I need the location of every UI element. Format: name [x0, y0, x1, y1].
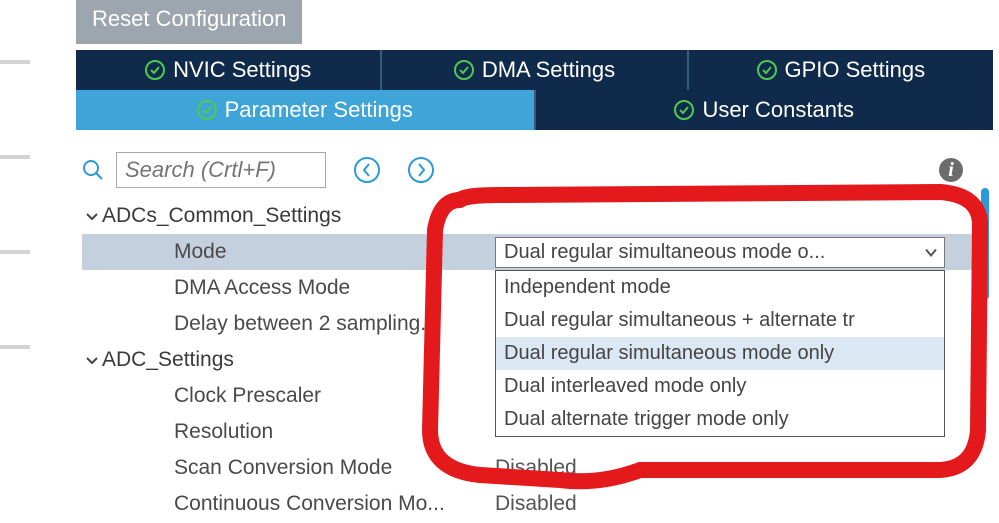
row-scan-conversion-mode[interactable]: Scan Conversion Mode Disabled — [82, 450, 975, 486]
search-next-button[interactable] — [408, 157, 434, 183]
tab-nvic-settings[interactable]: NVIC Settings — [76, 50, 382, 90]
row-mode[interactable]: Mode Dual regular simultaneous mode o...… — [82, 234, 975, 270]
param-label: Delay between 2 sampling... — [174, 312, 438, 336]
param-value-cell: Dual regular simultaneous mode o... Inde… — [495, 237, 975, 268]
parameter-tree: ADCs_Common_Settings Mode Dual regular s… — [82, 198, 975, 522]
param-value: Disabled — [495, 492, 975, 516]
tab-label: Parameter Settings — [225, 97, 413, 123]
tab-label: User Constants — [702, 97, 854, 123]
tab-label: GPIO Settings — [785, 57, 926, 83]
chevron-down-icon[interactable] — [82, 353, 102, 367]
info-icon[interactable]: i — [939, 158, 963, 182]
tab-user-constants[interactable]: User Constants — [536, 90, 994, 130]
dropdown-option[interactable]: Dual regular simultaneous + alternate tr — [496, 304, 944, 337]
dropdown-option[interactable]: Dual alternate trigger mode only — [496, 403, 944, 436]
group-title: ADCs_Common_Settings — [102, 204, 341, 228]
check-icon — [454, 60, 474, 80]
tab-dma-settings[interactable]: DMA Settings — [382, 50, 688, 90]
param-value: Disabled — [495, 456, 975, 480]
search-prev-button[interactable] — [354, 157, 380, 183]
search-row: i — [82, 152, 993, 188]
tabs-container: NVIC Settings DMA Settings GPIO Settings — [76, 50, 993, 130]
mode-dropdown[interactable]: Dual regular simultaneous mode o... — [495, 237, 945, 268]
param-label: Mode — [174, 240, 227, 264]
param-label: Scan Conversion Mode — [174, 456, 392, 480]
tabs-row-2: Parameter Settings User Constants — [76, 90, 993, 130]
chevron-down-icon — [924, 241, 938, 264]
chevron-down-icon[interactable] — [82, 209, 102, 223]
check-icon — [757, 60, 777, 80]
search-input[interactable] — [116, 152, 326, 188]
dropdown-selected-text: Dual regular simultaneous mode o... — [504, 241, 825, 263]
tab-label: DMA Settings — [482, 57, 615, 83]
tab-label: NVIC Settings — [173, 57, 311, 83]
dropdown-option[interactable]: Dual regular simultaneous mode only — [496, 337, 944, 370]
tabs-row-1: NVIC Settings DMA Settings GPIO Settings — [76, 50, 993, 90]
scrollbar-thumb[interactable] — [981, 188, 989, 300]
search-icon[interactable] — [82, 159, 104, 181]
tab-gpio-settings[interactable]: GPIO Settings — [689, 50, 993, 90]
param-label: Clock Prescaler — [174, 384, 321, 408]
dropdown-option[interactable]: Dual interleaved mode only — [496, 370, 944, 403]
tab-parameter-settings[interactable]: Parameter Settings — [76, 90, 536, 130]
group-adcs-common-settings[interactable]: ADCs_Common_Settings — [82, 198, 975, 234]
row-continuous-conversion-mode[interactable]: Continuous Conversion Mo... Disabled — [82, 486, 975, 522]
mode-dropdown-list: Independent mode Dual regular simultaneo… — [495, 270, 945, 437]
param-label: Continuous Conversion Mo... — [174, 492, 445, 516]
reset-configuration-button[interactable]: Reset Configuration — [76, 0, 302, 44]
param-label: Resolution — [174, 420, 273, 444]
check-icon — [197, 100, 217, 120]
dropdown-option[interactable]: Independent mode — [496, 271, 944, 304]
group-title: ADC_Settings — [102, 348, 234, 372]
check-icon — [145, 60, 165, 80]
check-icon — [674, 100, 694, 120]
reset-button-label: Reset Configuration — [92, 6, 286, 31]
param-label: DMA Access Mode — [174, 276, 350, 300]
